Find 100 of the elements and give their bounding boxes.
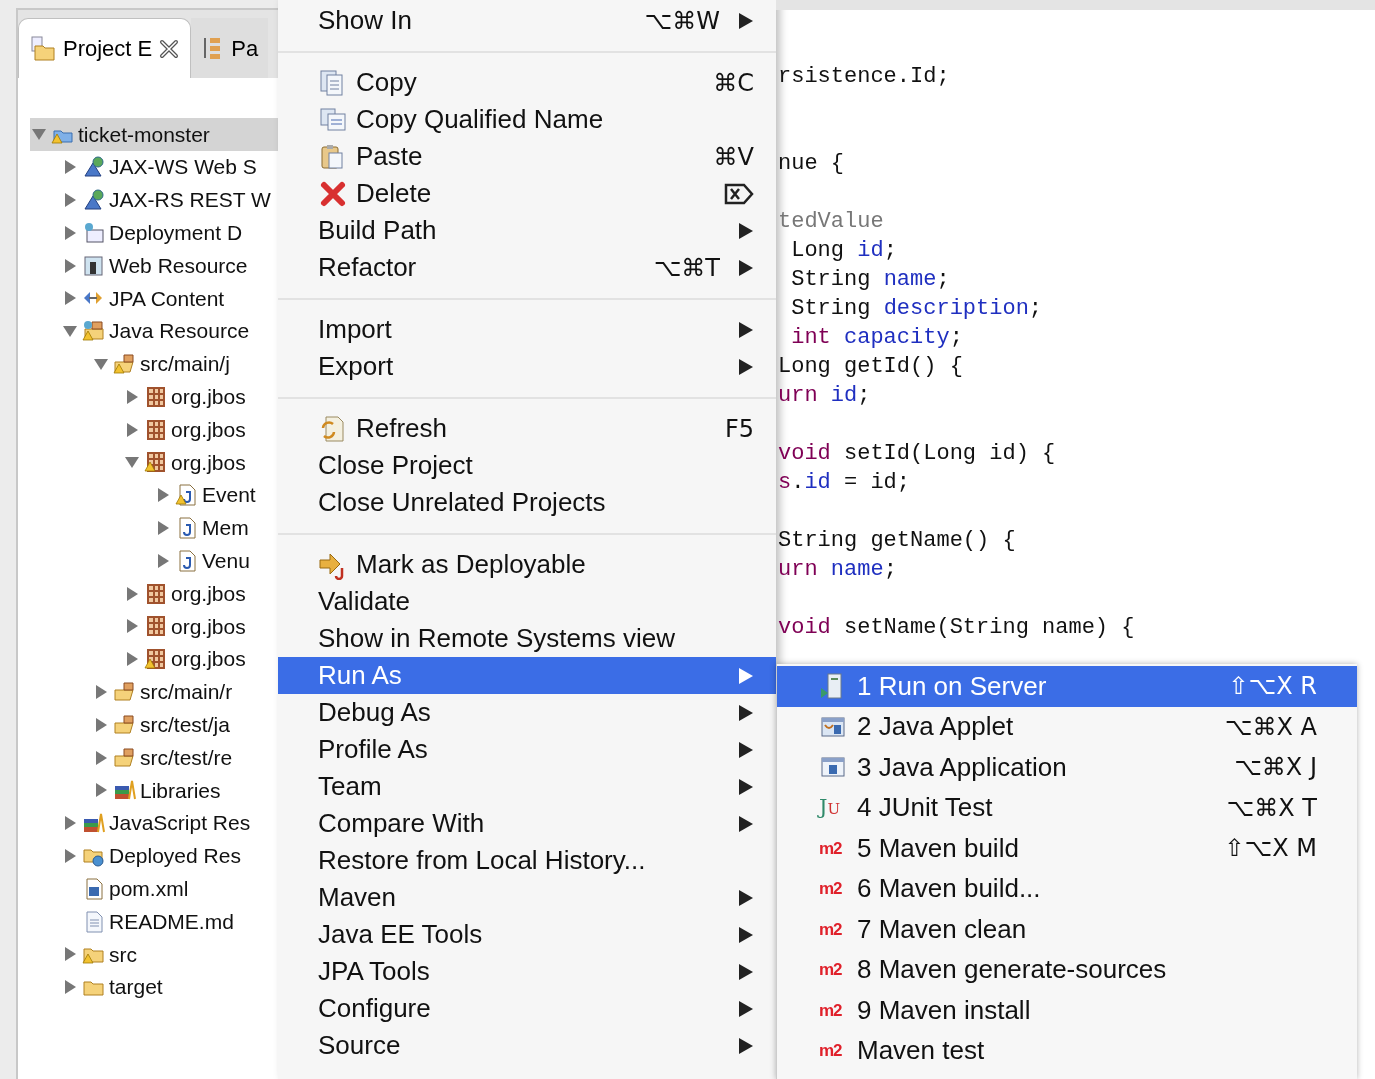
menu-item[interactable]: Export [278,348,776,385]
menu-item[interactable]: Refresh F5 [278,410,776,447]
menu-item[interactable]: Show In ⌥⌘W [278,2,776,39]
menu-item-label: Debug As [318,696,432,729]
package-icon [144,384,168,409]
maven-label: m2 [819,961,843,979]
submenu-arrow-icon [738,320,754,339]
tree-item[interactable]: JAX-RS REST W [61,183,278,217]
menu-item[interactable]: Copy Qualified Name [278,101,776,138]
tree-item[interactable]: Deployment D [61,216,278,250]
tree-item[interactable]: src/main/r [92,675,278,709]
menu-item[interactable]: JU 4 JUnit Test ⌥⌘X T [777,787,1357,828]
tree-item[interactable]: org.jbos [123,609,278,643]
menu-item[interactable]: m2 6 Maven build... [777,868,1357,909]
tree-item[interactable]: org.jbos [123,642,278,676]
menu-item[interactable]: Maven [278,879,776,916]
package-icon [144,417,168,442]
menu-item[interactable]: Close Unrelated Projects [278,484,776,521]
code-line: tedValue [778,208,885,236]
tree-item[interactable]: target [61,970,278,1004]
code-line: String getName() { [778,527,1017,555]
tree-item[interactable]: Deployed Res [61,839,278,873]
tree-item[interactable]: JAX-WS Web S [61,150,278,184]
menu-item[interactable]: Debug As [278,694,776,731]
tree-item[interactable]: Event [154,478,278,512]
tree-item[interactable]: JPA Content [61,282,278,315]
tree-item[interactable]: org.jbos [123,577,278,610]
tree-item-label: JAX-RS REST W [109,187,271,214]
tree-item[interactable]: org.jbos [123,380,278,414]
tree-item-label: JPA Content [109,285,225,312]
tree-item[interactable]: Libraries [92,773,278,807]
menu-item[interactable]: Mark as Deployable [278,546,776,583]
close-icon[interactable] [158,37,181,60]
package-folder-warning-icon [82,319,106,344]
menu-item[interactable]: Java EE Tools [278,916,776,953]
tree-item-label: target [109,974,163,1001]
menu-item[interactable]: Import [278,311,776,348]
menu-item[interactable]: Build Path [278,212,776,249]
menu-item-label: Java EE Tools [318,918,484,951]
web-folder-icon [82,253,106,278]
menu-item[interactable]: Restore from Local History... [278,842,776,879]
menu-item[interactable]: Show in Remote Systems view [278,620,776,657]
menu-item-label: 2 Java Applet [857,710,1015,744]
tree-item-label: Deployment D [109,220,243,247]
submenu-arrow-icon [738,221,754,240]
keyboard-shortcut: ⌘C [713,67,754,99]
menu-item[interactable]: Close Project [278,447,776,484]
menu-item[interactable]: 3 Java Application ⌥⌘X J [777,747,1357,788]
tree-item[interactable]: Web Resource [61,249,278,282]
junit-label: JU [819,797,842,819]
menu-item[interactable]: Configure [278,990,776,1027]
submenu-arrow-icon [738,814,754,833]
tree-item[interactable]: JavaScript Res [61,806,278,840]
tree-item[interactable]: pom.xml [61,872,278,906]
tree-item[interactable]: Mem [154,511,278,545]
tree-item[interactable]: src/test/ja [92,708,278,742]
submenu-arrow-icon [738,962,754,981]
keyboard-shortcut: ⌥⌘T [653,252,720,284]
code-line: urn name; [778,556,898,584]
maven-label: m2 [819,920,843,938]
menu-item[interactable]: Source [278,1027,776,1064]
menu-item[interactable]: Paste ⌘V [278,138,776,175]
tree-item[interactable]: README.md [61,905,278,938]
keyboard-shortcut: ⌘V [713,141,754,173]
tree-item[interactable]: src/main/j [92,347,278,381]
submenu-arrow-icon [738,11,754,30]
menu-item-label: Validate [318,585,412,618]
keyboard-shortcut: ⌥⌘X T [1226,792,1317,824]
menu-item[interactable]: Compare With [278,805,776,842]
menu-item[interactable]: m2 5 Maven build ⇧⌥X M [777,828,1357,869]
tree-item[interactable]: ticket-monster [30,118,278,151]
tree-item[interactable]: src/test/re [92,741,278,774]
tree-item[interactable]: org.jbos [123,413,278,446]
view-tab[interactable]: Pa [191,18,269,78]
menu-item[interactable]: Team [278,768,776,805]
menu-item-label: Configure [318,992,432,1025]
menu-item[interactable]: Copy ⌘C [278,64,776,101]
menu-item[interactable]: m2 Maven test [777,1030,1357,1071]
submenu-arrow-icon [738,925,754,944]
folder-pages-icon [29,34,57,63]
tree-item-label: Deployed Res [109,843,241,870]
menu-item[interactable]: m2 9 Maven install [777,990,1357,1031]
menu-item-label: 9 Maven install [857,993,1032,1027]
menu-item[interactable]: m2 8 Maven generate-sources [777,949,1357,990]
menu-item[interactable]: Delete [278,175,776,212]
menu-item[interactable]: Run As [278,657,776,694]
tree-item[interactable]: src [61,937,278,971]
view-tab[interactable]: Project E [18,18,192,78]
tree-item[interactable]: Venu [154,544,278,578]
menu-item[interactable]: 2 Java Applet ⌥⌘X A [777,706,1357,747]
tree-item[interactable]: Java Resource [61,314,278,348]
menu-item[interactable]: Profile As [278,731,776,768]
tree-item-label: org.jbos [171,384,246,410]
menu-item[interactable]: m2 7 Maven clean [777,909,1357,950]
menu-item[interactable]: Refactor ⌥⌘T [278,249,776,286]
menu-item[interactable]: 1 Run on Server ⇧⌥X R [777,666,1357,707]
tree-item[interactable]: org.jbos [123,445,278,479]
menu-item[interactable]: JPA Tools [278,953,776,990]
menu-item-label: Show in Remote Systems view [318,622,676,655]
menu-item[interactable]: Validate [278,583,776,620]
